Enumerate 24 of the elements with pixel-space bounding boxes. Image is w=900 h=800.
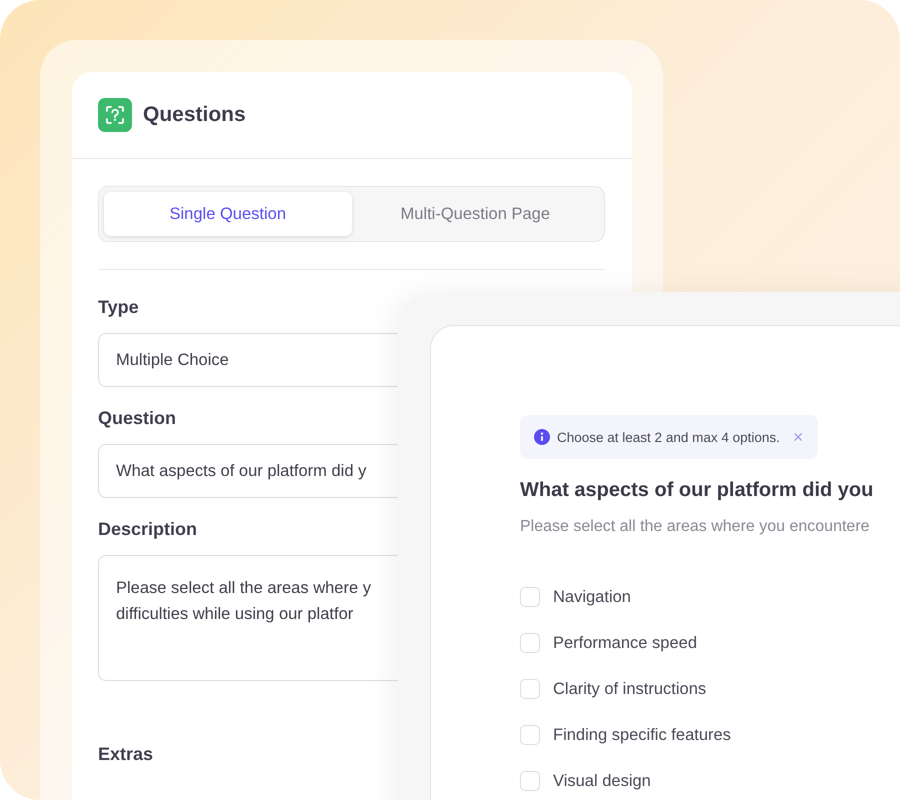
mode-tab[interactable]: Single Question: [104, 192, 352, 236]
field-label: Type: [98, 297, 139, 318]
option-label: Clarity of instructions: [553, 679, 706, 700]
question-heading: What aspects of our platform did you: [520, 479, 874, 502]
question-description: Please select all the areas where you encountere: [520, 518, 870, 536]
checkbox[interactable]: [520, 679, 540, 699]
input-field[interactable]: Multiple Choice: [98, 333, 398, 387]
option-label: Navigation: [553, 587, 631, 608]
field-label: Description: [98, 519, 198, 540]
option-label: Finding specific features: [553, 725, 731, 746]
checkbox[interactable]: [520, 725, 540, 745]
question-icon: [98, 98, 132, 132]
notice-text: Choose at least 2 and max 4 options.: [557, 430, 780, 444]
section-label: Extras: [98, 744, 154, 765]
panel-title: Questions: [143, 103, 246, 127]
option-label: Visual design: [553, 771, 651, 792]
info-icon: [534, 429, 550, 445]
checkbox[interactable]: [520, 633, 540, 653]
option-label: Performance speed: [553, 633, 697, 654]
mode-tab[interactable]: Multi-Question Page: [352, 192, 599, 236]
checkbox[interactable]: [520, 587, 540, 607]
input-field[interactable]: What aspects of our platform did y: [98, 444, 398, 498]
checkbox[interactable]: [520, 771, 540, 791]
field-label: Question: [98, 408, 176, 429]
